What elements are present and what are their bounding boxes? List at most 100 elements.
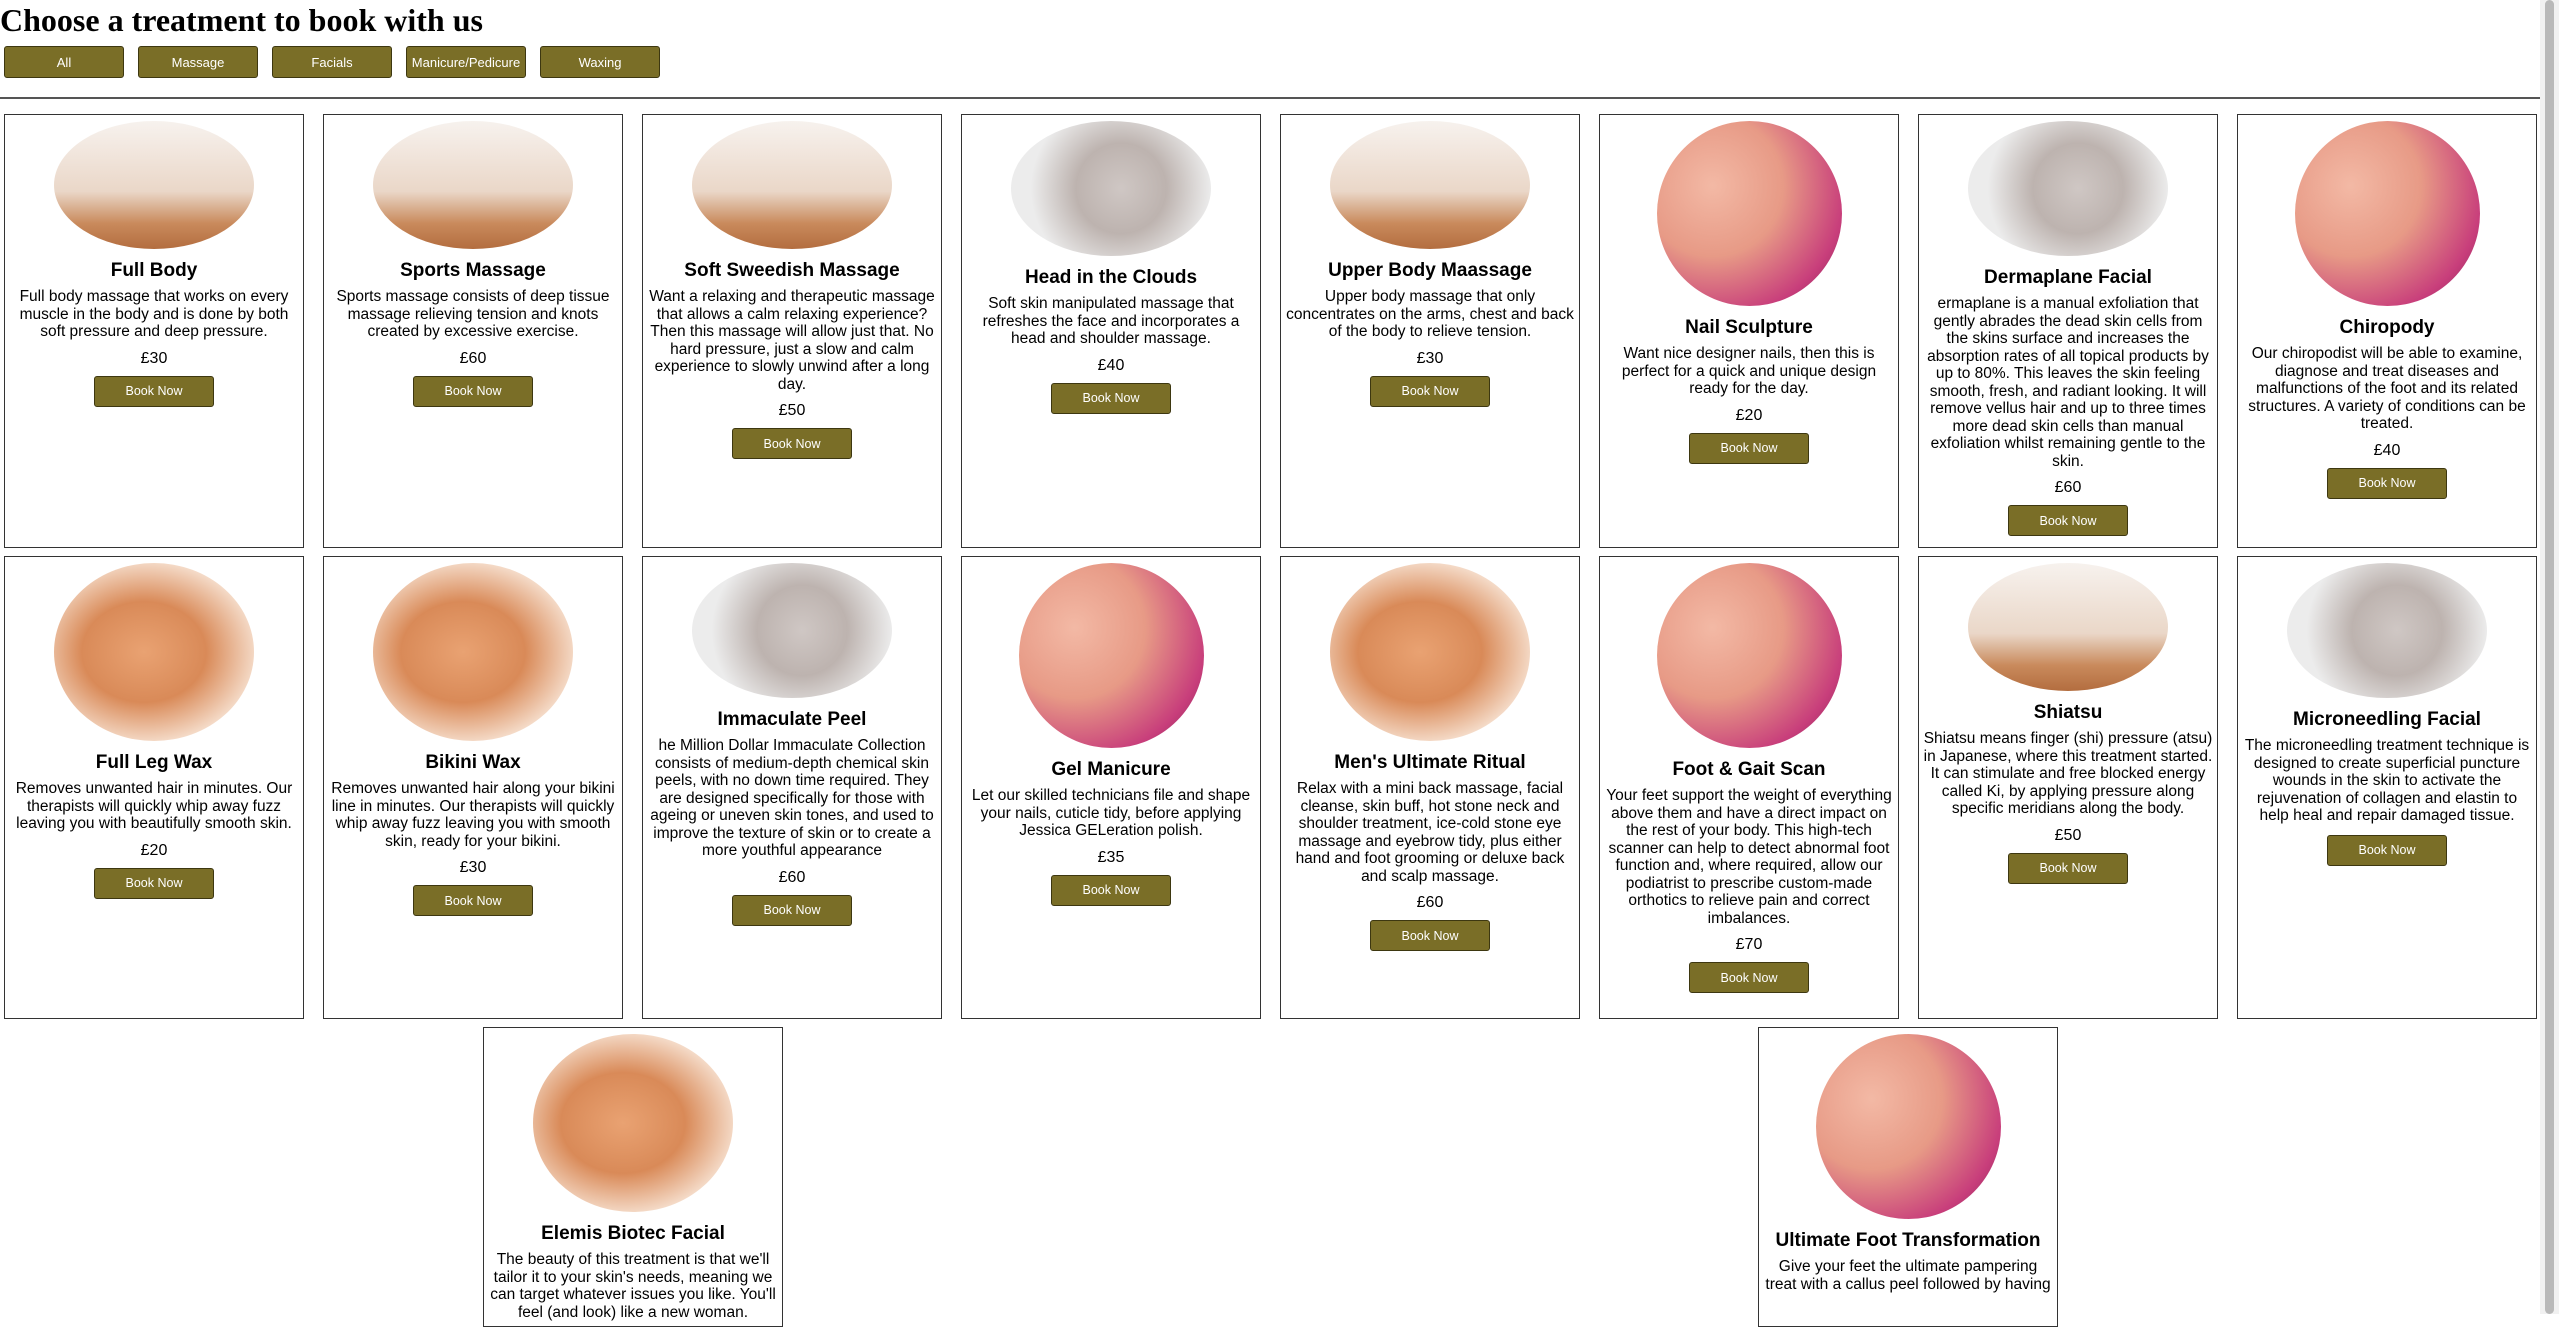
book-now-button[interactable]: Book Now <box>94 375 214 407</box>
book-now-button[interactable]: Book Now <box>1051 382 1171 414</box>
book-now-button[interactable]: Book Now <box>1370 920 1490 951</box>
scrollbar-thumb[interactable] <box>2545 0 2554 1314</box>
facial-image <box>1011 121 1211 256</box>
treatment-price: £30 <box>1416 349 1444 367</box>
treatment-card: Full Leg Wax Removes unwanted hair in mi… <box>4 556 304 1019</box>
massage-image <box>692 121 892 249</box>
treatment-name: Soft Sweedish Massage <box>684 260 900 281</box>
treatment-price: £50 <box>778 402 806 419</box>
treatment-card: Men's Ultimate Ritual Relax with a mini … <box>1280 556 1580 1019</box>
massage-image <box>1968 563 2168 691</box>
treatment-card: Foot & Gait Scan Your feet support the w… <box>1599 556 1899 1019</box>
treatment-card: Upper Body Maassage Upper body massage t… <box>1280 114 1580 548</box>
treatment-card: Ultimate Foot Transformation Give your f… <box>1758 1027 2058 1327</box>
book-now-button[interactable]: Book Now <box>1689 962 1809 993</box>
treatment-name: Gel Manicure <box>1051 759 1171 780</box>
massage-image <box>1330 121 1530 249</box>
treatment-card: Dermaplane Facial ermaplane is a manual … <box>1918 114 2218 548</box>
book-now-button[interactable]: Book Now <box>732 428 852 459</box>
vertical-scrollbar[interactable] <box>2540 0 2559 1314</box>
legs-image <box>54 563 254 741</box>
treatment-description: Give your feet the ultimate pampering tr… <box>1765 1258 2051 1293</box>
treatment-card: Microneedling Facial The microneedling t… <box>2237 556 2537 1019</box>
treatment-name: Bikini Wax <box>425 752 521 773</box>
filter-massage-button[interactable]: Massage <box>138 46 258 78</box>
treatment-description: Your feet support the weight of everythi… <box>1606 787 1892 927</box>
treatment-description: Relax with a mini back massage, facial c… <box>1295 780 1565 885</box>
legs-image <box>1330 563 1530 741</box>
legs-image <box>373 563 573 741</box>
treatment-description: Shiatsu means finger (shi) pressure (ats… <box>1923 730 2213 817</box>
nails-image <box>1656 563 1842 748</box>
treatment-card: Nail Sculpture Want nice designer nails,… <box>1599 114 1899 548</box>
treatment-card: Full Body Full body massage that works o… <box>4 114 304 548</box>
nails-image <box>1656 121 1842 306</box>
treatment-price: £60 <box>459 349 487 367</box>
treatment-card: Soft Sweedish Massage Want a relaxing an… <box>642 114 942 548</box>
treatment-description: Sports massage consists of deep tissue m… <box>336 288 610 340</box>
book-now-button[interactable]: Book Now <box>1689 432 1809 464</box>
book-now-button[interactable]: Book Now <box>2008 505 2128 536</box>
treatment-description: Want nice designer nails, then this is p… <box>1621 345 1877 397</box>
treatment-name: Sports Massage <box>400 260 546 281</box>
treatment-name: Microneedling Facial <box>2293 709 2481 730</box>
treatment-card: Head in the Clouds Soft skin manipulated… <box>961 114 1261 548</box>
treatment-price: £60 <box>2054 479 2082 496</box>
treatment-name: Full Leg Wax <box>95 752 213 773</box>
book-now-button[interactable]: Book Now <box>732 894 852 926</box>
treatment-name: Chiropody <box>2339 317 2435 338</box>
book-now-button[interactable]: Book Now <box>2327 834 2447 866</box>
treatment-card: Immaculate Peel he Million Dollar Immacu… <box>642 556 942 1019</box>
treatment-description: Let our skilled technicians file and sha… <box>971 787 1251 839</box>
book-now-button[interactable]: Book Now <box>2008 852 2128 884</box>
treatment-card: Sports Massage Sports massage consists o… <box>323 114 623 548</box>
treatment-name: Ultimate Foot Transformation <box>1775 1230 2041 1251</box>
book-now-button[interactable]: Book Now <box>1051 874 1171 906</box>
treatment-name: Foot & Gait Scan <box>1672 759 1826 780</box>
treatment-price: £20 <box>140 841 168 859</box>
book-now-button[interactable]: Book Now <box>413 885 533 916</box>
treatment-price: £40 <box>1097 356 1125 374</box>
massage-image <box>54 121 254 249</box>
nails-image <box>2294 121 2480 306</box>
book-now-button[interactable]: Book Now <box>413 375 533 407</box>
treatment-price: £60 <box>1416 894 1444 911</box>
facial-image <box>692 563 892 698</box>
treatment-description: Soft skin manipulated massage that refre… <box>982 295 1240 347</box>
treatment-name: Head in the Clouds <box>1024 267 1198 288</box>
treatment-card: Chiropody Our chiropodist will be able t… <box>2237 114 2537 548</box>
treatment-description: he Million Dollar Immaculate Collection … <box>650 737 934 859</box>
treatment-description: Removes unwanted hair along your bikini … <box>331 780 615 850</box>
treatment-price: £30 <box>459 859 487 876</box>
treatment-description: Full body massage that works on every mu… <box>19 288 289 340</box>
book-now-button[interactable]: Book Now <box>1370 375 1490 407</box>
filter-facials-button[interactable]: Facials <box>272 46 392 78</box>
nails-image <box>1018 563 1204 748</box>
treatment-card: Bikini Wax Removes unwanted hair along y… <box>323 556 623 1019</box>
header-divider <box>0 97 2540 99</box>
book-now-button[interactable]: Book Now <box>94 867 214 899</box>
facial-image <box>2287 563 2487 698</box>
treatment-name: Dermaplane Facial <box>1984 267 2152 288</box>
filter-all-button[interactable]: All <box>4 46 124 78</box>
treatment-name: Men's Ultimate Ritual <box>1334 752 1526 773</box>
book-now-button[interactable]: Book Now <box>2327 467 2447 499</box>
facial-image <box>1968 121 2168 256</box>
treatment-price: £70 <box>1735 936 1763 953</box>
treatment-description: Want a relaxing and therapeutic massage … <box>649 288 935 393</box>
filter-manicure-pedicure-button[interactable]: Manicure/Pedicure <box>406 46 526 78</box>
treatment-name: Shiatsu <box>2033 702 2103 723</box>
filter-waxing-button[interactable]: Waxing <box>540 46 660 78</box>
treatment-description: The beauty of this treatment is that we'… <box>490 1251 776 1321</box>
treatment-price: £40 <box>2373 441 2401 459</box>
treatment-price: £20 <box>1735 406 1763 424</box>
treatment-price: £60 <box>778 868 806 886</box>
page-title: Choose a treatment to book with us <box>0 2 483 38</box>
treatment-name: Immaculate Peel <box>717 709 867 730</box>
treatment-card: Gel Manicure Let our skilled technicians… <box>961 556 1261 1019</box>
treatment-card: Shiatsu Shiatsu means finger (shi) press… <box>1918 556 2218 1019</box>
treatment-name: Elemis Biotec Facial <box>541 1223 725 1244</box>
treatment-price: £30 <box>140 349 168 367</box>
treatment-description: Upper body massage that only concentrate… <box>1286 288 1574 340</box>
treatment-description: Our chiropodist will be able to examine,… <box>2248 345 2526 432</box>
